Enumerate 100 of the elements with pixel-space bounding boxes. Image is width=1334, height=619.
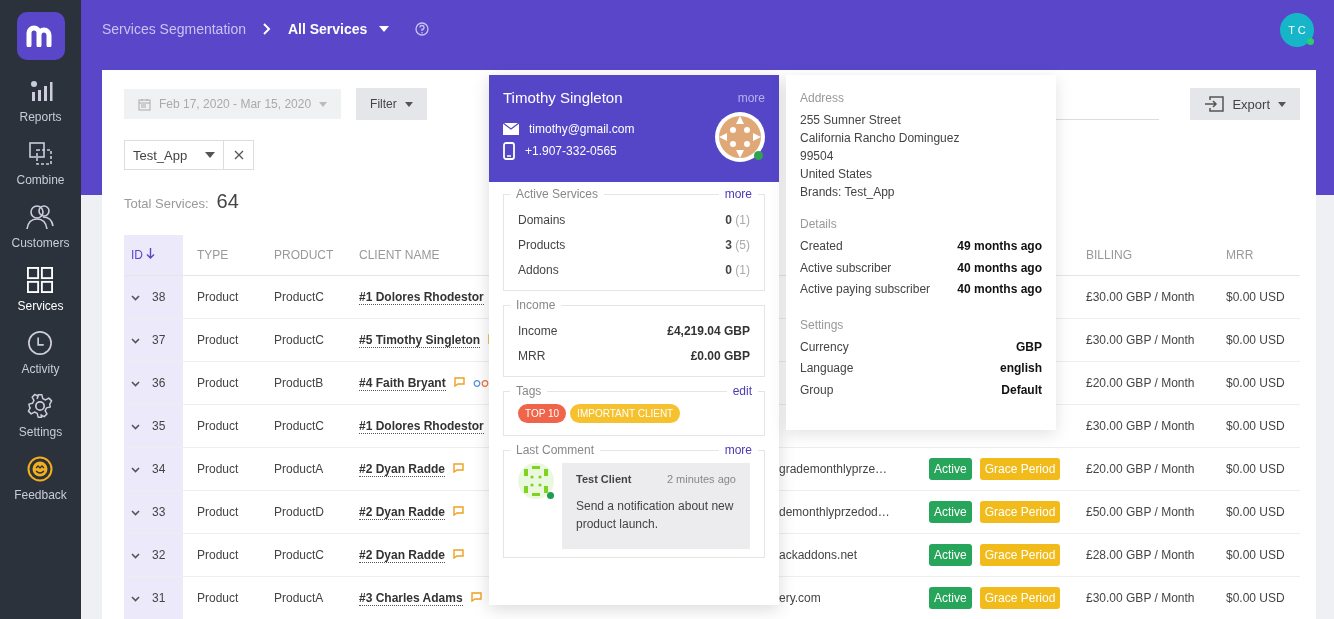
client-link[interactable]: #4 Faith Bryant (359, 376, 446, 391)
table-cell: £28.00 GBP / Month (1086, 548, 1195, 562)
comment-author: Test Client (576, 473, 632, 485)
table-cell: Product (197, 290, 239, 304)
service-count: 0 (1) (725, 262, 750, 277)
sidebar-item[interactable]: Reports (19, 78, 62, 141)
detail-label: Created (800, 239, 843, 255)
chevron-down-icon[interactable] (131, 553, 140, 559)
address-line: 255 Sumner Street (800, 113, 902, 129)
client-link[interactable]: #2 Dyan Radde (359, 548, 446, 563)
comment-text: Send a notification about new product launch. (576, 498, 735, 533)
chevron-down-icon[interactable] (131, 295, 140, 301)
detail-value: english (1000, 361, 1042, 377)
table-cell: 32 (152, 548, 166, 562)
sidebar-item[interactable]: Settings (18, 393, 63, 456)
detail-label: Currency (800, 339, 849, 356)
address-line: Brands: Test_App (800, 185, 896, 201)
chevron-down-icon[interactable] (131, 596, 140, 602)
chevron-down-icon[interactable] (131, 381, 140, 387)
chevron-down-icon[interactable] (131, 510, 140, 516)
section-title: Income (510, 298, 562, 312)
column-header[interactable]: ID (124, 235, 183, 276)
table-cell: demonthlyprzedod… (779, 505, 890, 519)
logo-icon[interactable] (16, 12, 65, 60)
service-count: 0 (1) (725, 212, 750, 227)
chevron-down-icon[interactable] (131, 338, 140, 344)
breadcrumb-link[interactable]: Services Segmentation (102, 21, 246, 37)
table-cell: £20.00 GBP / Month (1086, 376, 1195, 390)
sidebar-item[interactable]: Customers (11, 204, 70, 267)
export-button[interactable]: Export (1190, 88, 1300, 120)
total-label: Total Services: (124, 196, 209, 211)
tag: TOP 10 (518, 404, 567, 423)
table-cell: £20.00 GBP / Month (1086, 462, 1195, 476)
table-cell: 38 (152, 290, 166, 304)
detail-label: Group (800, 382, 834, 399)
client-name: Timothy Singleton (503, 89, 623, 106)
help-icon[interactable] (415, 22, 430, 36)
service-label: Addons (518, 262, 559, 277)
table-cell: 37 (152, 333, 166, 347)
detail-label: Language (800, 361, 854, 377)
bar-chart-icon (28, 78, 53, 104)
chevron-down-icon[interactable] (131, 467, 140, 473)
breadcrumb-dropdown[interactable]: All Services (287, 21, 368, 37)
service-label: Domains (518, 212, 566, 227)
section-title: Details (800, 217, 838, 231)
caret-icon (205, 152, 216, 158)
linked-circles-icon[interactable] (472, 380, 489, 387)
detail-value: 40 months ago (957, 260, 1042, 277)
client-email: timothy@gmail.com (529, 122, 635, 136)
client-link[interactable]: #3 Charles Adams (359, 591, 463, 606)
table-cell: $0.00 USD (1226, 419, 1285, 433)
table-cell: Product (197, 376, 239, 390)
sidebar-item[interactable]: Services (17, 267, 64, 330)
edit-link[interactable]: edit (726, 384, 758, 398)
client-link[interactable]: #1 Dolores Rhodestor (359, 419, 484, 434)
table-cell: £30.00 GBP / Month (1086, 419, 1195, 433)
brand-select[interactable]: Test_App (124, 140, 225, 170)
caret-icon (319, 101, 328, 107)
client-link[interactable]: #1 Dolores Rhodestor (359, 290, 484, 305)
caret-icon (1278, 101, 1286, 107)
table-cell: $0.00 USD (1226, 290, 1285, 304)
income-value: £0.00 GBP (690, 348, 750, 363)
section-title: Active Services (510, 187, 605, 201)
table-cell: £30.00 GBP / Month (1086, 591, 1195, 605)
sidebar-item[interactable]: Feedback (14, 456, 67, 519)
income-label: MRR (518, 348, 546, 363)
status-badge: Grace Period (979, 587, 1061, 609)
avatar-icon (715, 112, 765, 162)
table-cell: Product (197, 505, 239, 519)
detail-value: 49 months ago (957, 239, 1042, 255)
detail-value: Default (1001, 382, 1042, 399)
chevron-down-icon[interactable] (131, 424, 140, 430)
avatar-icon (518, 463, 554, 499)
status-badge: Active (929, 587, 972, 609)
smiley-icon (27, 456, 54, 482)
client-link[interactable]: #2 Dyan Radde (359, 462, 446, 477)
users-icon (26, 204, 55, 230)
chevron-right-icon (261, 23, 272, 35)
table-cell: $0.00 USD (1226, 548, 1285, 562)
table-cell: ProductA (274, 462, 324, 476)
section-title: Last Comment (510, 443, 601, 457)
status-badge: Active (929, 458, 972, 480)
settings-icon (26, 393, 55, 419)
detail-label: Active subscriber (800, 260, 892, 277)
tag: IMPORTANT CLIENT (570, 404, 681, 423)
table-cell: Product (197, 548, 239, 562)
phone-icon (503, 142, 515, 160)
table-cell: 36 (152, 376, 166, 390)
sidebar-item[interactable]: Combine (16, 141, 65, 204)
table-cell: $0.00 USD (1226, 505, 1285, 519)
sidebar-item[interactable]: Activity (21, 330, 60, 393)
filter-button[interactable]: Filter (356, 88, 427, 120)
status-badge: Grace Period (979, 458, 1061, 480)
client-link[interactable]: #2 Dyan Radde (359, 505, 446, 520)
overlapping-squares-icon (27, 141, 54, 167)
table-cell: £30.00 GBP / Month (1086, 290, 1195, 304)
table-cell: Product (197, 333, 239, 347)
grid-icon (26, 267, 55, 293)
section-title: Address (800, 91, 846, 105)
client-link[interactable]: #5 Timothy Singleton (359, 333, 481, 348)
